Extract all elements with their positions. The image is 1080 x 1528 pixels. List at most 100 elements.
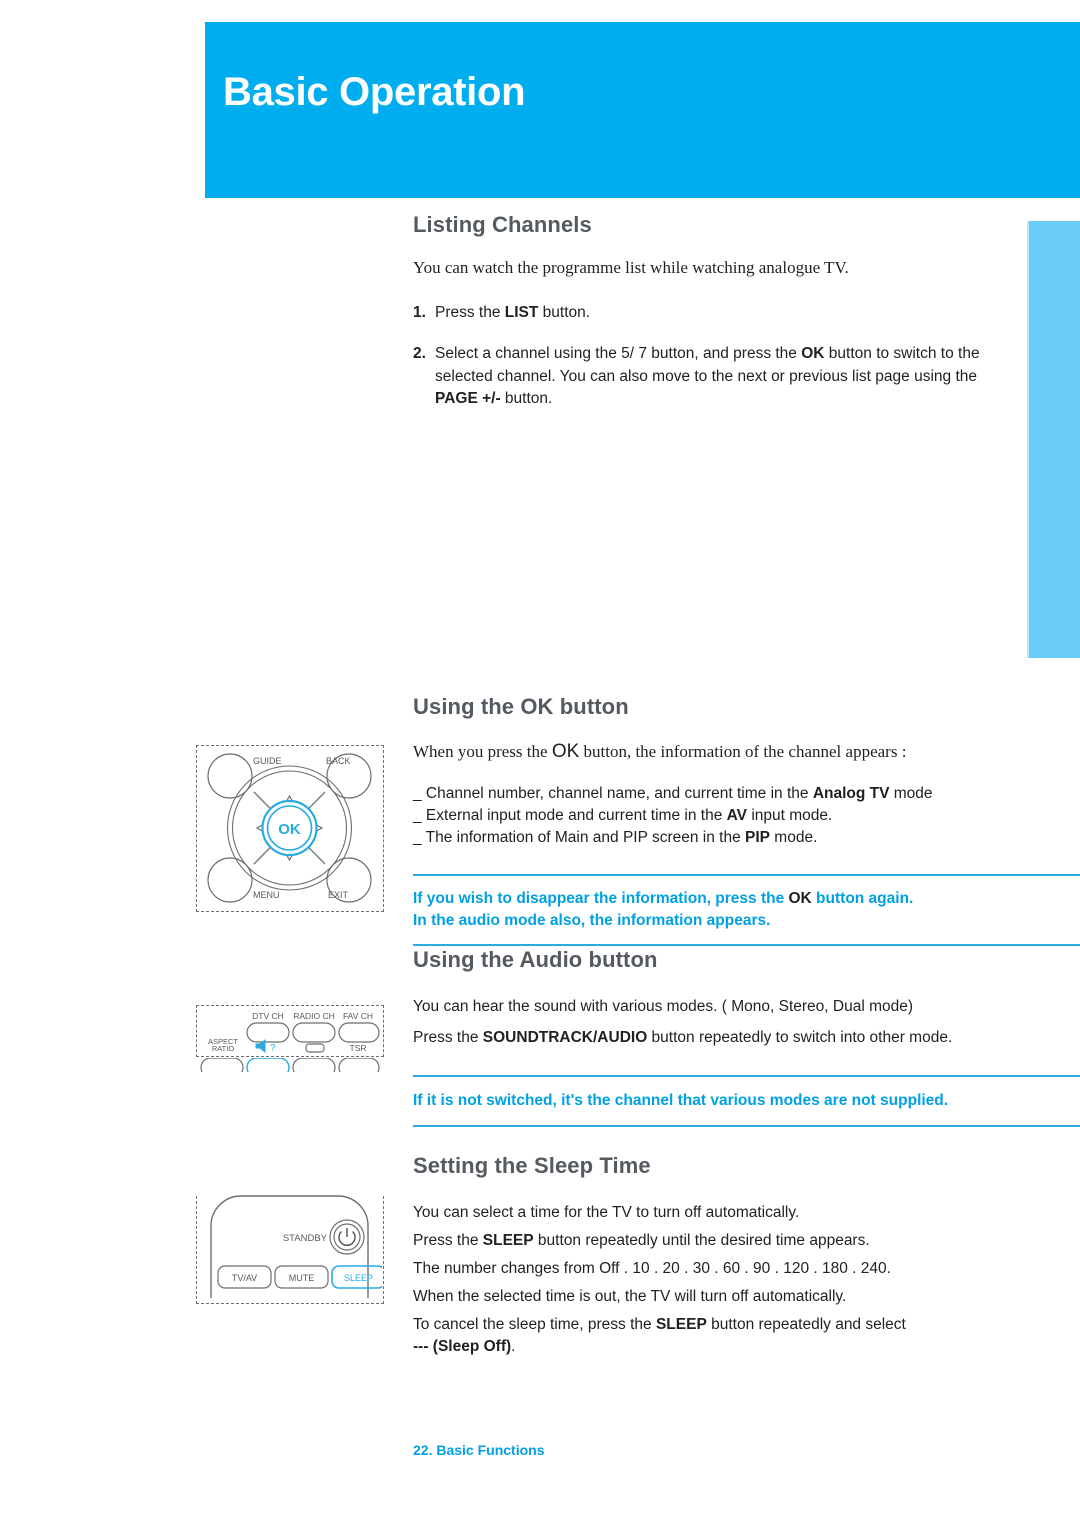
step-text: Select a channel using the 5/ 7 button, …: [435, 345, 980, 407]
radio-ch-button[interactable]: [292, 1022, 336, 1043]
page-title: Basic Operation: [223, 70, 526, 114]
plain-text: button repeatedly to switch into other m…: [647, 1029, 953, 1046]
callout-keyword: OK: [788, 890, 812, 907]
listing-intro: You can watch the programme list while w…: [413, 258, 849, 277]
callout-rule-top: [413, 874, 1080, 876]
plain-text: button repeatedly and select: [706, 1316, 906, 1333]
audio-line: You can hear the sound with various mode…: [413, 996, 1080, 1018]
standby-row-svg: STANDBY TV/AV MUTE SLEEP: [210, 1195, 382, 1298]
plain-text: The number changes from Off . 10 . 20 . …: [413, 1260, 891, 1277]
footer-page-label: 22. Basic Functions: [413, 1442, 545, 1458]
soundtrack-audio-button[interactable]: [245, 1058, 290, 1072]
power-icon: [338, 1228, 356, 1246]
tv-av-label: TV/AV: [232, 1273, 257, 1283]
emphasis-text: Analog TV: [812, 785, 890, 802]
remote-diagram-audio-row: DTV CH RADIO CH FAV CH ASPECT RATIO ? TS…: [196, 1005, 384, 1072]
sleep-line: You can select a time for the TV to turn…: [413, 1202, 1080, 1224]
aspect-ratio-label-line2: RATIO: [212, 1044, 235, 1053]
subtitle-button[interactable]: [291, 1058, 336, 1072]
plain-text: Select a channel using the 5/ 7 button, …: [435, 345, 802, 363]
sleep-line: The number changes from Off . 10 . 20 . …: [413, 1258, 1080, 1280]
ok-bullet: _ Channel number, channel name, and curr…: [413, 783, 1080, 805]
tsr-label: TSR: [350, 1043, 367, 1053]
dtv-ch-button[interactable]: [246, 1022, 290, 1043]
plain-text: You can hear the sound with various mode…: [413, 998, 914, 1015]
audio-question-label: ?: [270, 1043, 276, 1054]
emphasis-text: SLEEP: [655, 1316, 707, 1333]
callout-rule-bottom: [413, 944, 1080, 946]
fav-ch-button[interactable]: [338, 1022, 380, 1043]
aspect-ratio-button-shape[interactable]: [199, 1058, 244, 1072]
radio-ch-label: RADIO CH: [293, 1011, 335, 1021]
remote-diagram-navigation-pad: OK GUIDE BACK MENU EXIT: [196, 745, 384, 912]
side-index-tab: [1027, 221, 1080, 658]
plain-text: button.: [500, 390, 553, 408]
step-text: Press the LIST button.: [435, 304, 590, 321]
ok-button-label: OK: [278, 821, 301, 838]
emphasis-text: --- (Sleep Off): [413, 1338, 512, 1355]
menu-label: MENU: [253, 890, 280, 900]
ok-bullet: _ The information of Main and PIP screen…: [413, 827, 1080, 849]
emphasis-text: SOUNDTRACK/AUDIO: [482, 1029, 648, 1046]
sleep-label: SLEEP: [344, 1273, 373, 1283]
plain-text: mode: [889, 785, 933, 802]
ok-intro-pre: When you press the: [413, 742, 552, 761]
plain-text: button.: [538, 304, 591, 321]
sleep-line: --- (Sleep Off).: [413, 1336, 1080, 1358]
tsr-button[interactable]: [337, 1058, 380, 1072]
listing-step-2: 2. Select a channel using the 5/ 7 butto…: [413, 343, 1013, 410]
subtitle-icon: [305, 1043, 325, 1053]
plain-text: button repeatedly until the desired time…: [533, 1232, 870, 1249]
audio-row-bottom-buttons: [199, 1058, 380, 1072]
emphasis-text: SLEEP: [482, 1232, 534, 1249]
standby-label: STANDBY: [283, 1233, 328, 1244]
callout-rule-top: [413, 1075, 1080, 1077]
callout-rule-bottom: [413, 1125, 1080, 1127]
emphasis-text: OK: [801, 345, 825, 363]
listing-step-1: 1. Press the LIST button.: [413, 302, 1013, 324]
guide-label: GUIDE: [253, 756, 282, 766]
plain-text: When the selected time is out, the TV wi…: [413, 1288, 847, 1305]
audio-callout-line: If it is not switched, it's the channel …: [413, 1090, 1080, 1112]
ok-intro: When you press the OK button, the inform…: [413, 741, 1080, 763]
plain-text: Press the: [413, 1029, 483, 1046]
remote-diagram-standby-row: STANDBY TV/AV MUTE SLEEP: [196, 1195, 384, 1304]
section-using-audio-button: Using the Audio button You can hear the …: [413, 947, 1080, 1127]
section-setting-sleep-time: Setting the Sleep Time You can select a …: [413, 1153, 1080, 1358]
ok-intro-post: button, the information of the channel a…: [579, 742, 907, 761]
callout-text: button again.: [811, 890, 914, 907]
callout-text: If you wish to disappear the information…: [413, 890, 789, 907]
ok-callout-line: If you wish to disappear the information…: [413, 888, 1080, 910]
step-number: 2.: [413, 345, 426, 363]
step-number: 1.: [413, 304, 426, 321]
plain-text: Press the: [435, 304, 505, 321]
callout-text: In the audio mode also, the information …: [413, 912, 771, 929]
page-header-banner: Basic Operation: [205, 22, 1080, 198]
audio-row-svg: DTV CH RADIO CH FAV CH ASPECT RATIO ? TS…: [208, 1011, 380, 1054]
emphasis-text: AV: [726, 807, 748, 824]
sleep-line: Press the SLEEP button repeatedly until …: [413, 1230, 1080, 1252]
plain-text: mode.: [770, 829, 818, 846]
emphasis-text: LIST: [504, 304, 539, 321]
plain-text: You can select a time for the TV to turn…: [413, 1204, 800, 1221]
emphasis-text: PIP: [745, 829, 770, 846]
listing-heading: Listing Channels: [413, 212, 592, 237]
plain-text: _ The information of Main and PIP screen…: [413, 829, 746, 846]
section-listing-channels: Listing Channels You can watch the progr…: [413, 212, 1013, 411]
plain-text: input mode.: [747, 807, 833, 824]
navigation-pad-svg: OK GUIDE BACK MENU EXIT: [207, 753, 372, 903]
plain-text: _ Channel number, channel name, and curr…: [413, 785, 813, 802]
ok-bullet: _ External input mode and current time i…: [413, 805, 1080, 827]
back-label: BACK: [326, 756, 351, 766]
dtv-ch-label: DTV CH: [252, 1011, 284, 1021]
sleep-line: To cancel the sleep time, press the SLEE…: [413, 1314, 1080, 1336]
section-using-ok-button: Using the OK button When you press the O…: [413, 694, 1080, 946]
plain-text: Press the: [413, 1232, 483, 1249]
callout-text: If it is not switched, it's the channel …: [413, 1092, 949, 1109]
audio-line: Press the SOUNDTRACK/AUDIO button repeat…: [413, 1027, 1080, 1049]
plain-text: _ External input mode and current time i…: [413, 807, 727, 824]
fav-ch-label: FAV CH: [343, 1011, 373, 1021]
audio-heading: Using the Audio button: [413, 947, 658, 972]
ok-heading: Using the OK button: [413, 694, 629, 719]
ok-keyword: OK: [551, 741, 580, 762]
